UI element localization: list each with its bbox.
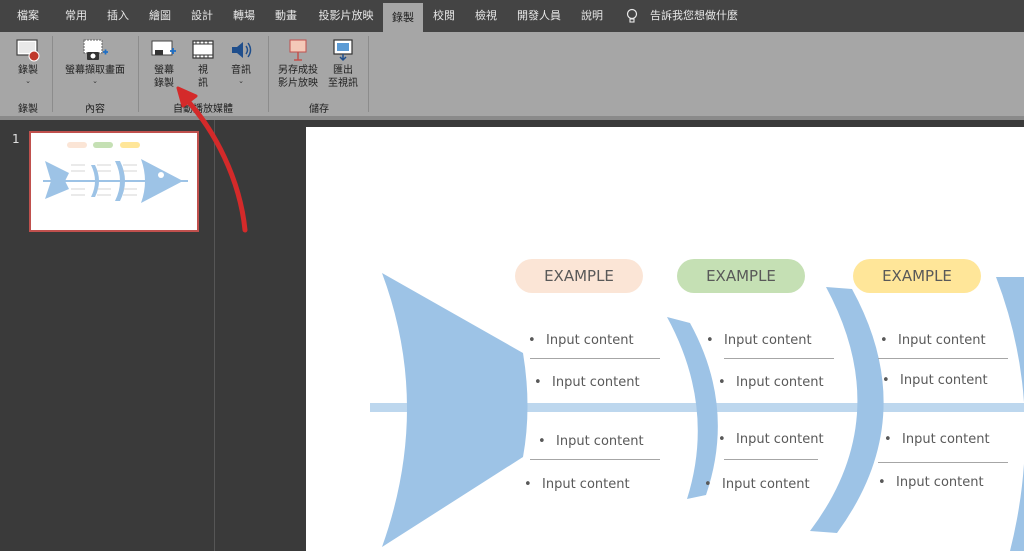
save-as-show-label-1: 另存成投: [278, 65, 318, 76]
list-item[interactable]: • Input content: [528, 333, 634, 348]
video-label-1: 視: [198, 65, 208, 76]
list-item[interactable]: • Input content: [882, 373, 988, 388]
screen-record-icon: [151, 40, 176, 56]
lightbulb-icon: [626, 8, 638, 23]
list-item[interactable]: • Input content: [538, 434, 644, 449]
divider-line: [530, 358, 660, 359]
ribbon-panel: 錄製 ⌄ 錄製 螢幕擷取畫面 ⌄ 內容 螢幕 錄製 視 訊 音訊 ⌄ 自動播放媒…: [0, 32, 1024, 116]
speaker-icon: [232, 42, 252, 58]
slide-thumbnail-pane[interactable]: 1: [0, 120, 214, 551]
thumbnail-fishbone-preview: [43, 142, 188, 203]
ribbon-tab-bar: 檔案 常用 插入 繪圖 設計 轉場 動畫 投影片放映 錄製 校閱 檢視 開發人員…: [0, 0, 1024, 32]
divider-line: [530, 459, 660, 460]
group-separator: [268, 36, 269, 112]
group-separator: [368, 36, 369, 112]
list-item[interactable]: • Input content: [534, 375, 640, 390]
screenshot-button[interactable]: 螢幕擷取畫面 ⌄: [58, 38, 132, 85]
export-video-icon: [333, 39, 353, 62]
tab-insert[interactable]: 插入: [98, 0, 138, 32]
film-icon: [192, 40, 214, 59]
save-show-icon: [289, 39, 307, 61]
chevron-down-icon: ⌄: [92, 77, 98, 85]
list-item[interactable]: • Input content: [718, 375, 824, 390]
divider-line: [724, 358, 834, 359]
save-as-show-label-2: 影片放映: [278, 78, 318, 89]
screen-recording-button[interactable]: 螢幕 錄製: [146, 38, 182, 90]
tab-view[interactable]: 檢視: [466, 0, 506, 32]
list-item[interactable]: • Input content: [524, 477, 630, 492]
screenshot-label: 螢幕擷取畫面: [65, 65, 125, 76]
tab-animations[interactable]: 動畫: [266, 0, 306, 32]
slide-number: 1: [12, 132, 20, 146]
category-label-1[interactable]: EXAMPLE: [515, 259, 643, 293]
camera-plus-icon: [83, 39, 108, 60]
audio-label: 音訊: [231, 65, 251, 76]
category-label-2[interactable]: EXAMPLE: [677, 259, 805, 293]
tab-draw[interactable]: 繪圖: [140, 0, 180, 32]
audio-button[interactable]: 音訊 ⌄: [224, 38, 258, 85]
export-video-label-2: 至視訊: [328, 78, 358, 89]
record-label: 錄製: [18, 65, 38, 76]
tab-developer[interactable]: 開發人員: [512, 0, 566, 32]
group-separator: [52, 36, 53, 112]
fish-rib-3: [996, 277, 1024, 551]
screen-record-label-2: 錄製: [154, 78, 174, 89]
group-label-content: 內容: [85, 104, 105, 115]
group-separator: [138, 36, 139, 112]
list-item[interactable]: • Input content: [878, 475, 984, 490]
tab-file[interactable]: 檔案: [6, 0, 50, 32]
divider-line: [878, 358, 1008, 359]
divider-line: [724, 459, 818, 460]
group-label-autoplay-media: 自動播放媒體: [173, 104, 233, 115]
chevron-down-icon: ⌄: [238, 77, 244, 85]
export-video-label-1: 匯出: [333, 65, 353, 76]
list-item[interactable]: • Input content: [880, 333, 986, 348]
list-item[interactable]: • Input content: [884, 432, 990, 447]
tab-design[interactable]: 設計: [182, 0, 222, 32]
tab-transitions[interactable]: 轉場: [224, 0, 264, 32]
slide-canvas[interactable]: EXAMPLE EXAMPLE EXAMPLE • Input content •…: [306, 127, 1024, 551]
chevron-down-icon: ⌄: [25, 77, 31, 85]
list-item[interactable]: • Input content: [704, 477, 810, 492]
group-label-record: 錄製: [18, 104, 38, 115]
tab-review[interactable]: 校閱: [424, 0, 464, 32]
screen-record-label-1: 螢幕: [154, 65, 174, 76]
slide-thumbnail[interactable]: [29, 131, 199, 232]
divider-line: [878, 462, 1008, 463]
video-label-2: 訊: [198, 78, 208, 89]
group-label-save: 儲存: [309, 104, 329, 115]
list-item[interactable]: • Input content: [706, 333, 812, 348]
list-item[interactable]: • Input content: [718, 432, 824, 447]
video-button[interactable]: 視 訊: [188, 38, 218, 90]
tab-home[interactable]: 常用: [56, 0, 96, 32]
tab-help[interactable]: 說明: [572, 0, 612, 32]
record-button[interactable]: 錄製 ⌄: [8, 38, 48, 85]
tab-slideshow[interactable]: 投影片放映: [310, 0, 382, 32]
category-label-3[interactable]: EXAMPLE: [853, 259, 981, 293]
tab-recording[interactable]: 錄製: [383, 3, 423, 32]
export-video-button[interactable]: 匯出 至視訊: [324, 38, 362, 90]
save-as-show-button[interactable]: 另存成投 影片放映: [274, 38, 322, 90]
record-icon: [16, 39, 40, 62]
tell-me-text: 告訴我您想做什麼: [650, 9, 738, 22]
